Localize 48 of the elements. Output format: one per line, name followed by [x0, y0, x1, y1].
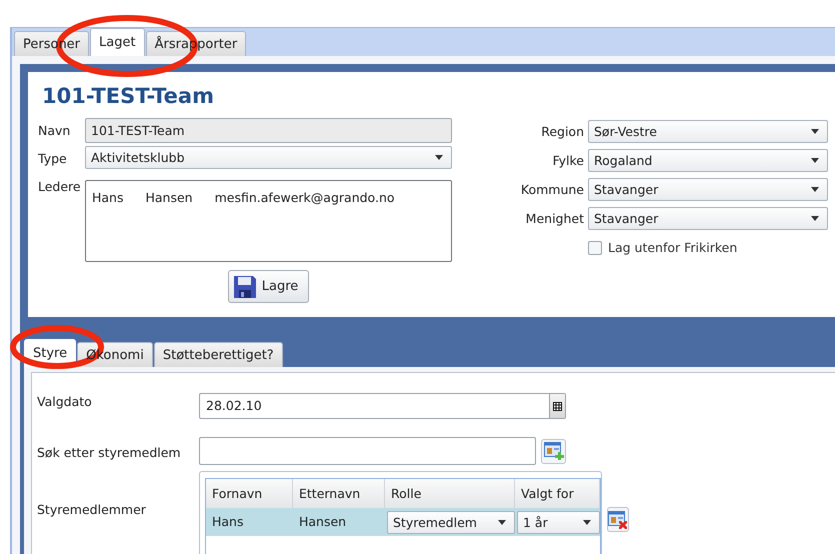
caret-icon: [811, 187, 819, 192]
list-cell: Hans: [92, 190, 124, 205]
field-label: Type: [38, 150, 68, 168]
calendar-icon: [553, 402, 562, 410]
type-dropdown[interactable]: Aktivitetsklubb: [85, 146, 452, 169]
location-dropdown[interactable]: Rogaland: [588, 149, 828, 172]
remove-person-icon: [608, 510, 628, 528]
remove-member-button[interactable]: [607, 507, 629, 532]
save-button[interactable]: Lagre: [228, 270, 310, 303]
field-label: Ledere: [38, 178, 82, 196]
date-field[interactable]: 28.02.10: [199, 393, 566, 419]
calendar-button[interactable]: [549, 394, 565, 418]
location-dropdown[interactable]: Stavanger: [588, 207, 828, 230]
caret-icon: [583, 520, 591, 524]
location-dropdown[interactable]: Sør-Vestre: [588, 120, 828, 143]
table-cell: Hansen: [293, 508, 385, 536]
field-label: Navn: [38, 122, 72, 140]
field-label: Kommune: [520, 181, 585, 199]
term-dropdown[interactable]: 1 år: [517, 510, 600, 534]
tab[interactable]: Støtteberettiget?: [154, 342, 283, 367]
checkbox[interactable]: [588, 240, 602, 254]
list-cell: mesfin.afewerk@agrando.no: [214, 190, 395, 205]
field-label: Valgdato: [37, 394, 93, 409]
caret-icon: [811, 216, 819, 221]
list-cell: Hansen: [146, 190, 193, 205]
column-header[interactable]: Fornavn: [206, 479, 293, 508]
team-title: 101-TEST-Team: [42, 84, 215, 110]
column-header[interactable]: Valgt for: [515, 479, 600, 508]
location-dropdown[interactable]: Stavanger: [588, 178, 828, 201]
field-label: Menighet: [524, 210, 585, 228]
tab[interactable]: Laget: [90, 28, 145, 56]
search-field[interactable]: [199, 437, 536, 465]
caret-icon: [435, 155, 443, 160]
role-dropdown[interactable]: Styremedlem: [387, 510, 515, 534]
field-label: Søk etter styremedlem: [37, 445, 182, 460]
caret-icon: [498, 520, 506, 524]
caret-icon: [811, 129, 819, 134]
add-member-button[interactable]: [541, 438, 566, 464]
caret-icon: [811, 158, 819, 163]
add-person-icon: [544, 442, 564, 460]
leader-list[interactable]: Hans Hansen mesfin.afewerk@agrando.no: [85, 180, 452, 262]
field-label: Fylke: [552, 152, 585, 170]
table-cell: Hans: [206, 508, 293, 536]
field-label: Region: [540, 123, 585, 141]
checkbox-label: Lag utenfor Frikirken: [608, 240, 738, 255]
column-header[interactable]: Rolle: [385, 479, 515, 508]
column-header[interactable]: Etternavn: [293, 479, 385, 508]
field-label: Styremedlemmer: [37, 502, 147, 517]
